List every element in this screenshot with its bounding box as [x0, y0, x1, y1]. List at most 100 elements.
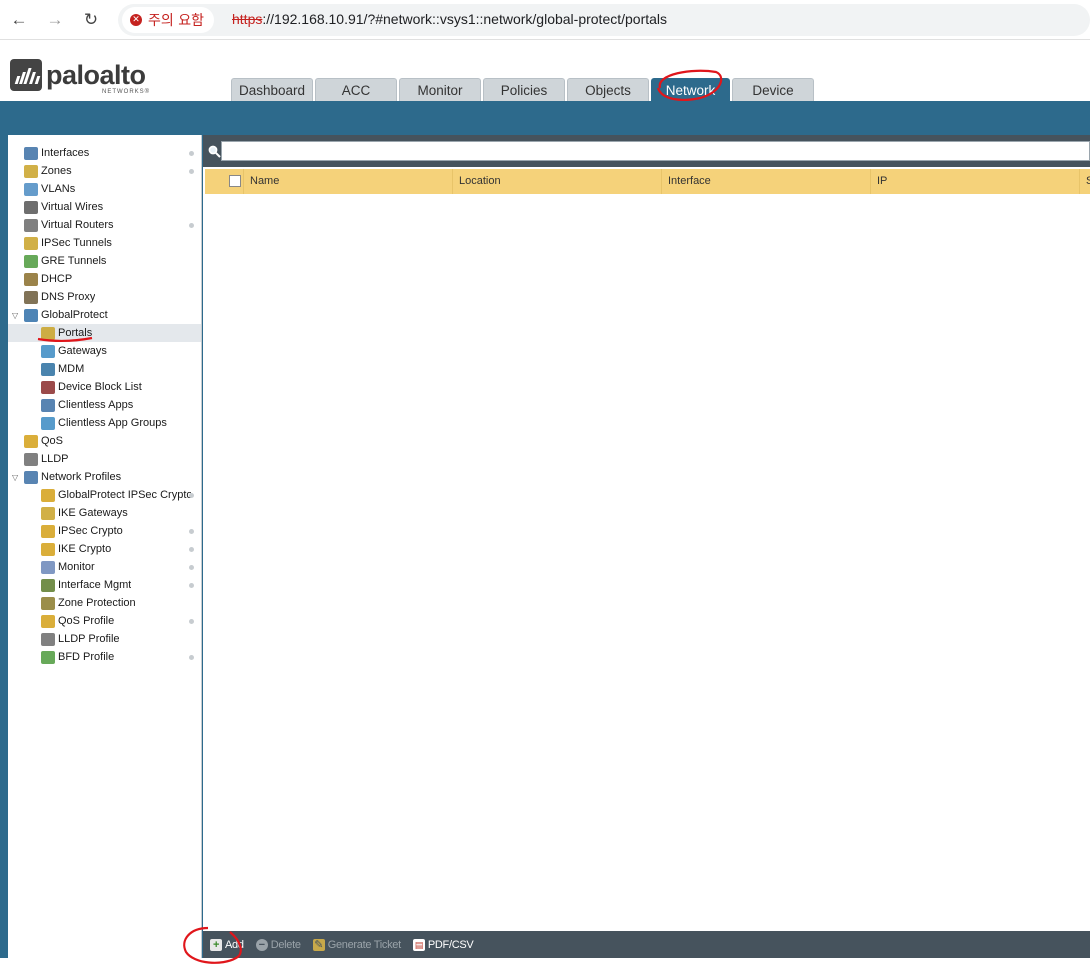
device-block-list-icon — [41, 380, 55, 394]
dhcp-icon — [24, 272, 38, 286]
sidebar-item-qos[interactable]: QoS — [8, 432, 201, 450]
sidebar-item-mdm[interactable]: MDM — [8, 360, 201, 378]
add-button[interactable]: + Add — [210, 938, 244, 951]
table-header: Name Location Interface IP S — [205, 169, 1090, 194]
sidebar-item-gre-tunnels[interactable]: GRE Tunnels — [8, 252, 201, 270]
search-bar — [203, 135, 1090, 167]
column-ip[interactable]: IP — [870, 169, 1079, 194]
mdm-icon — [41, 362, 55, 376]
sidebar-item-gateways[interactable]: Gateways — [8, 342, 201, 360]
security-warning-chip[interactable]: ✕ 주의 요함 — [122, 7, 214, 33]
sidebar-item-clientless-apps[interactable]: Clientless Apps — [8, 396, 201, 414]
tab-monitor[interactable]: Monitor — [399, 78, 481, 101]
sidebar-item-label: GRE Tunnels — [41, 255, 107, 267]
globalprotect-icon — [24, 308, 38, 322]
select-all-checkbox[interactable] — [229, 175, 241, 187]
sidebar-item-dhcp[interactable]: DHCP — [8, 270, 201, 288]
sidebar-item-ipsec-crypto[interactable]: IPSec Crypto — [8, 522, 201, 540]
sidebar-item-ike-crypto[interactable]: IKE Crypto — [8, 540, 201, 558]
sidebar-item-monitor[interactable]: Monitor — [8, 558, 201, 576]
reload-icon[interactable]: ↻ — [80, 9, 102, 31]
action-footer: + Add − Delete ✎ Generate Ticket ▤ PDF/C… — [203, 931, 1090, 958]
tab-acc[interactable]: ACC — [315, 78, 397, 101]
sidebar-item-ipsec-tunnels[interactable]: IPSec Tunnels — [8, 234, 201, 252]
status-dot — [189, 223, 194, 228]
sidebar-item-zones[interactable]: Zones — [8, 162, 201, 180]
status-dot — [189, 169, 194, 174]
sidebar-item-ike-gateways[interactable]: IKE Gateways — [8, 504, 201, 522]
vlans-icon — [24, 182, 38, 196]
status-dot — [189, 619, 194, 624]
tab-objects[interactable]: Objects — [567, 78, 649, 101]
main-tabs: Dashboard ACC Monitor Policies Objects Networ… — [231, 78, 814, 101]
sidebar-item-device-block-list[interactable]: Device Block List — [8, 378, 201, 396]
qos-icon — [24, 434, 38, 448]
search-icon — [208, 145, 221, 158]
sidebar-item-label: BFD Profile — [58, 651, 115, 663]
expand-toggle-icon[interactable]: ▽ — [12, 473, 18, 482]
sidebar-item-portals[interactable]: Portals — [8, 324, 201, 342]
sidebar-item-globalprotect[interactable]: ▽ GlobalProtect — [8, 306, 201, 324]
sidebar-item-virtual-wires[interactable]: Virtual Wires — [8, 198, 201, 216]
tab-device[interactable]: Device — [732, 78, 814, 101]
sidebar-item-label: Portals — [58, 327, 93, 339]
logo-subtext: NETWORKS® — [102, 89, 151, 95]
status-dot — [189, 547, 194, 552]
sidebar-item-label: GlobalProtect IPSec Crypto — [58, 489, 191, 501]
column-name[interactable]: Name — [243, 169, 452, 194]
sidebar-item-label: Virtual Routers — [41, 219, 114, 231]
back-arrow-icon[interactable]: ← — [8, 9, 30, 31]
virtual-wires-icon — [24, 200, 38, 214]
ticket-icon: ✎ — [312, 938, 325, 951]
sidebar-item-clientless-app-groups[interactable]: Clientless App Groups — [8, 414, 201, 432]
sidebar-item-label: Virtual Wires — [41, 201, 104, 213]
status-dot — [189, 583, 194, 588]
sidebar-item-qos-profile[interactable]: QoS Profile — [8, 612, 201, 630]
clientless-apps-icon — [41, 398, 55, 412]
gateways-icon — [41, 344, 55, 358]
tab-policies[interactable]: Policies — [483, 78, 565, 101]
sidebar-item-virtual-routers[interactable]: Virtual Routers — [8, 216, 201, 234]
forward-arrow-icon[interactable]: → — [44, 9, 66, 31]
security-warning-label: 주의 요함 — [148, 13, 204, 29]
app-header: paloalto NETWORKS® Dashboard ACC Monitor Po… — [0, 41, 1090, 101]
column-s[interactable]: S — [1079, 169, 1090, 194]
tab-network[interactable]: Network — [651, 78, 730, 101]
status-dot — [189, 151, 194, 156]
status-dot — [189, 655, 194, 660]
sidebar-item-zone-protection[interactable]: Zone Protection — [8, 594, 201, 612]
sidebar-item-globalprotect-ipsec-crypto[interactable]: GlobalProtect IPSec Crypto — [8, 486, 201, 504]
sidebar-item-interfaces[interactable]: Interfaces — [8, 144, 201, 162]
logo-text: paloalto — [46, 60, 146, 90]
pdf-csv-button[interactable]: ▤ PDF/CSV — [412, 938, 474, 951]
search-input[interactable] — [221, 141, 1090, 161]
url-text[interactable]: https://192.168.10.91/?#network::vsys1::… — [232, 11, 667, 27]
sidebar-item-label: VLANs — [41, 183, 76, 195]
expand-toggle-icon[interactable]: ▽ — [12, 311, 18, 320]
sidebar-item-network-profiles[interactable]: ▽ Network Profiles — [8, 468, 201, 486]
tab-dashboard[interactable]: Dashboard — [231, 78, 313, 101]
column-interface[interactable]: Interface — [661, 169, 870, 194]
sidebar-item-label: Gateways — [58, 345, 107, 357]
lldp-profile-icon — [41, 632, 55, 646]
sidebar-item-label: Interfaces — [41, 147, 90, 159]
delete-button[interactable]: − Delete — [255, 938, 301, 951]
bottom-strip — [0, 958, 1090, 970]
bfd-profile-icon — [41, 650, 55, 664]
sidebar-item-bfd-profile[interactable]: BFD Profile — [8, 648, 201, 666]
zones-icon — [24, 164, 38, 178]
sidebar-item-dns-proxy[interactable]: DNS Proxy — [8, 288, 201, 306]
lldp-icon — [24, 452, 38, 466]
column-location[interactable]: Location — [452, 169, 661, 194]
sidebar-item-label: IPSec Tunnels — [41, 237, 112, 249]
sidebar-item-label: Monitor — [58, 561, 95, 573]
address-bar[interactable]: ✕ 주의 요함 https://192.168.10.91/?#network:… — [118, 4, 1090, 36]
sidebar-item-lldp-profile[interactable]: LLDP Profile — [8, 630, 201, 648]
sidebar-item-interface-mgmt[interactable]: Interface Mgmt — [8, 576, 201, 594]
generate-ticket-button[interactable]: ✎ Generate Ticket — [312, 938, 401, 951]
sidebar-item-vlans[interactable]: VLANs — [8, 180, 201, 198]
lock-icon — [41, 488, 55, 502]
sidebar-item-lldp[interactable]: LLDP — [8, 450, 201, 468]
sidebar-item-label: QoS — [41, 435, 64, 447]
add-label: Add — [225, 938, 244, 951]
